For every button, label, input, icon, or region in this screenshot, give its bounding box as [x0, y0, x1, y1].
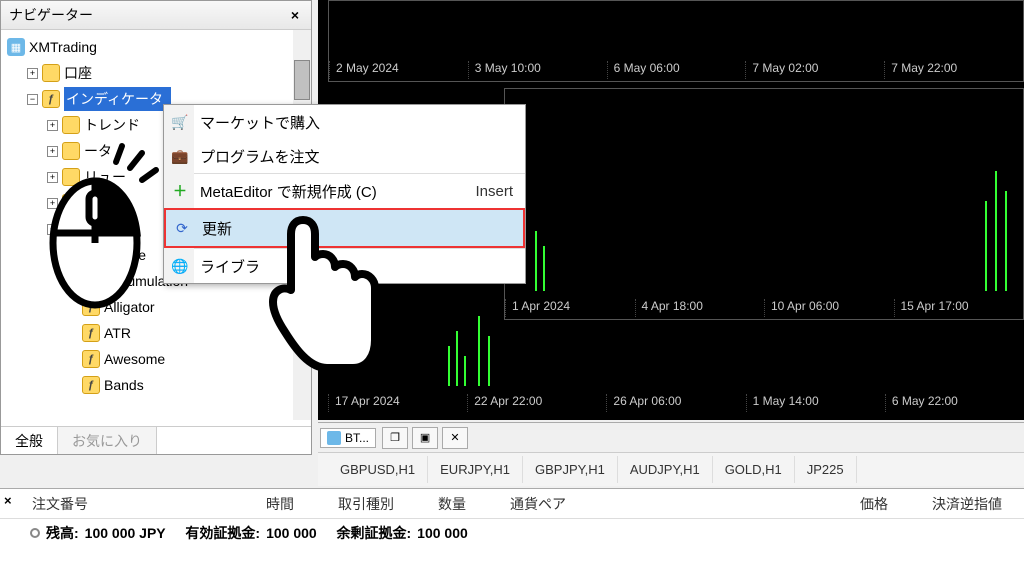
navigator-titlebar: ナビゲーター × [1, 1, 311, 30]
ctx-label: MetaEditor で新規作成 (C) [200, 181, 377, 202]
symbol-tab[interactable]: GBPJPY,H1 [523, 456, 618, 483]
tree-label: Awesome [104, 351, 165, 367]
x-tick: 15 Apr 17:00 [894, 299, 1024, 317]
col-time[interactable]: 時間 [244, 494, 316, 514]
ctx-accelerator: Insert [475, 183, 525, 200]
x-tick: 17 Apr 2024 [328, 394, 467, 412]
tree-label: トレンド [84, 115, 140, 135]
window-tab[interactable]: BT... [320, 428, 376, 448]
x-tick: 6 May 22:00 [885, 394, 1024, 412]
x-tick: 4 Apr 18:00 [635, 299, 765, 317]
tree-label: Bands [104, 377, 144, 393]
chart-mid[interactable]: 1 Apr 2024 4 Apr 18:00 10 Apr 06:00 15 A… [504, 88, 1024, 320]
tile-button[interactable]: ▣ [412, 427, 438, 449]
tree-root[interactable]: ▦ XMTrading [3, 34, 309, 60]
chart-top[interactable]: 2 May 2024 3 May 10:00 6 May 06:00 7 May… [328, 0, 1024, 82]
symbol-tab[interactable]: JP225 [795, 456, 857, 483]
expand-icon[interactable]: + [47, 120, 58, 131]
chart-icon [327, 431, 341, 445]
ctx-label: マーケットで購入 [200, 112, 320, 133]
navigator-tabs: 全般 お気に入り [1, 426, 311, 454]
close-icon[interactable]: × [287, 7, 303, 23]
margin-value: 100 000 [417, 525, 468, 541]
x-tick: 10 Apr 06:00 [764, 299, 894, 317]
balance-label: 残高: [46, 523, 79, 543]
tree-label: XMTrading [29, 39, 97, 55]
equity-label: 有効証拠金: [185, 523, 260, 543]
cart-icon: 🛒 [170, 112, 190, 132]
symbol-tab[interactable]: GBPUSD,H1 [328, 456, 428, 483]
col-pair[interactable]: 通貨ペア [488, 494, 588, 514]
balance-value: 100 000 JPY [85, 525, 166, 541]
x-tick: 7 May 02:00 [745, 61, 884, 79]
mouse-right-click-icon [30, 138, 160, 333]
col-sl[interactable]: 決済逆指値 [910, 494, 1024, 514]
col-order[interactable]: 注文番号 [24, 494, 244, 514]
x-tick: 1 Apr 2024 [505, 299, 635, 317]
x-tick: 6 May 06:00 [607, 61, 746, 79]
refresh-icon: ⟳ [172, 218, 192, 238]
briefcase-icon: 💼 [170, 146, 190, 166]
x-axis: 17 Apr 2024 22 Apr 22:00 26 Apr 06:00 1 … [328, 394, 1024, 412]
navigator-title-text: ナビゲーター [9, 5, 93, 25]
ctx-buy-market[interactable]: 🛒 マーケットで購入 [164, 105, 525, 139]
x-axis: 1 Apr 2024 4 Apr 18:00 10 Apr 06:00 15 A… [505, 299, 1023, 317]
tree-item-account[interactable]: + 口座 [3, 60, 309, 86]
window-tab-label: BT... [345, 431, 369, 445]
collapse-icon[interactable]: − [27, 94, 38, 105]
x-tick: 26 Apr 06:00 [606, 394, 745, 412]
tree-item[interactable]: ƒ Awesome [3, 346, 309, 372]
x-tick: 22 Apr 22:00 [467, 394, 606, 412]
x-axis: 2 May 2024 3 May 10:00 6 May 06:00 7 May… [329, 61, 1023, 79]
col-qty[interactable]: 数量 [416, 494, 488, 514]
app-icon: ▦ [7, 38, 25, 56]
fx-icon: ƒ [82, 350, 100, 368]
fx-icon: ƒ [82, 376, 100, 394]
symbol-tab[interactable]: EURJPY,H1 [428, 456, 523, 483]
pointer-hand-icon [265, 210, 380, 390]
window-tab-strip: BT... ❐ ▣ ✕ [318, 422, 1024, 452]
tree-item[interactable]: ƒ Bands [3, 372, 309, 398]
cascade-button[interactable]: ❐ [382, 427, 408, 449]
ctx-label: ライブラ [200, 256, 260, 277]
folder-icon [42, 64, 60, 82]
x-tick: 7 May 22:00 [884, 61, 1023, 79]
x-tick: 1 May 14:00 [746, 394, 885, 412]
balance-row: 残高: 100 000 JPY 有効証拠金: 100 000 余剰証拠金: 10… [0, 519, 1024, 547]
col-type[interactable]: 取引種別 [316, 494, 416, 514]
tab-general[interactable]: 全般 [1, 427, 58, 454]
symbol-tab[interactable]: AUDJPY,H1 [618, 456, 713, 483]
close-window-button[interactable]: ✕ [442, 427, 468, 449]
ctx-metaeditor-create[interactable]: ＋ MetaEditor で新規作成 (C) Insert [164, 174, 525, 208]
globe-icon: 🌐 [170, 256, 190, 276]
symbol-tab-strip: GBPUSD,H1 EURJPY,H1 GBPJPY,H1 AUDJPY,H1 … [318, 452, 1024, 486]
tree-label: インディケータ [64, 87, 171, 111]
terminal-panel: × 注文番号 時間 取引種別 数量 通貨ペア 価格 決済逆指値 残高: 100 … [0, 488, 1024, 578]
x-tick: 2 May 2024 [329, 61, 468, 79]
bullet-icon [30, 528, 40, 538]
fx-icon: ƒ [42, 90, 60, 108]
equity-value: 100 000 [266, 525, 317, 541]
folder-icon [62, 116, 80, 134]
expand-icon[interactable]: + [27, 68, 38, 79]
ctx-order-program[interactable]: 💼 プログラムを注文 [164, 139, 525, 173]
symbol-tab[interactable]: GOLD,H1 [713, 456, 795, 483]
tree-label: 口座 [64, 63, 92, 83]
margin-label: 余剰証拠金: [336, 523, 411, 543]
col-price[interactable]: 価格 [838, 494, 910, 514]
scrollbar-thumb[interactable] [294, 60, 310, 100]
close-icon[interactable]: × [4, 493, 12, 508]
plus-icon: ＋ [170, 181, 190, 201]
terminal-header: 注文番号 時間 取引種別 数量 通貨ペア 価格 決済逆指値 [0, 489, 1024, 519]
ctx-label: プログラムを注文 [200, 146, 320, 167]
ctx-label: 更新 [202, 218, 232, 239]
tab-favorites[interactable]: お気に入り [58, 427, 157, 454]
x-tick: 3 May 10:00 [468, 61, 607, 79]
